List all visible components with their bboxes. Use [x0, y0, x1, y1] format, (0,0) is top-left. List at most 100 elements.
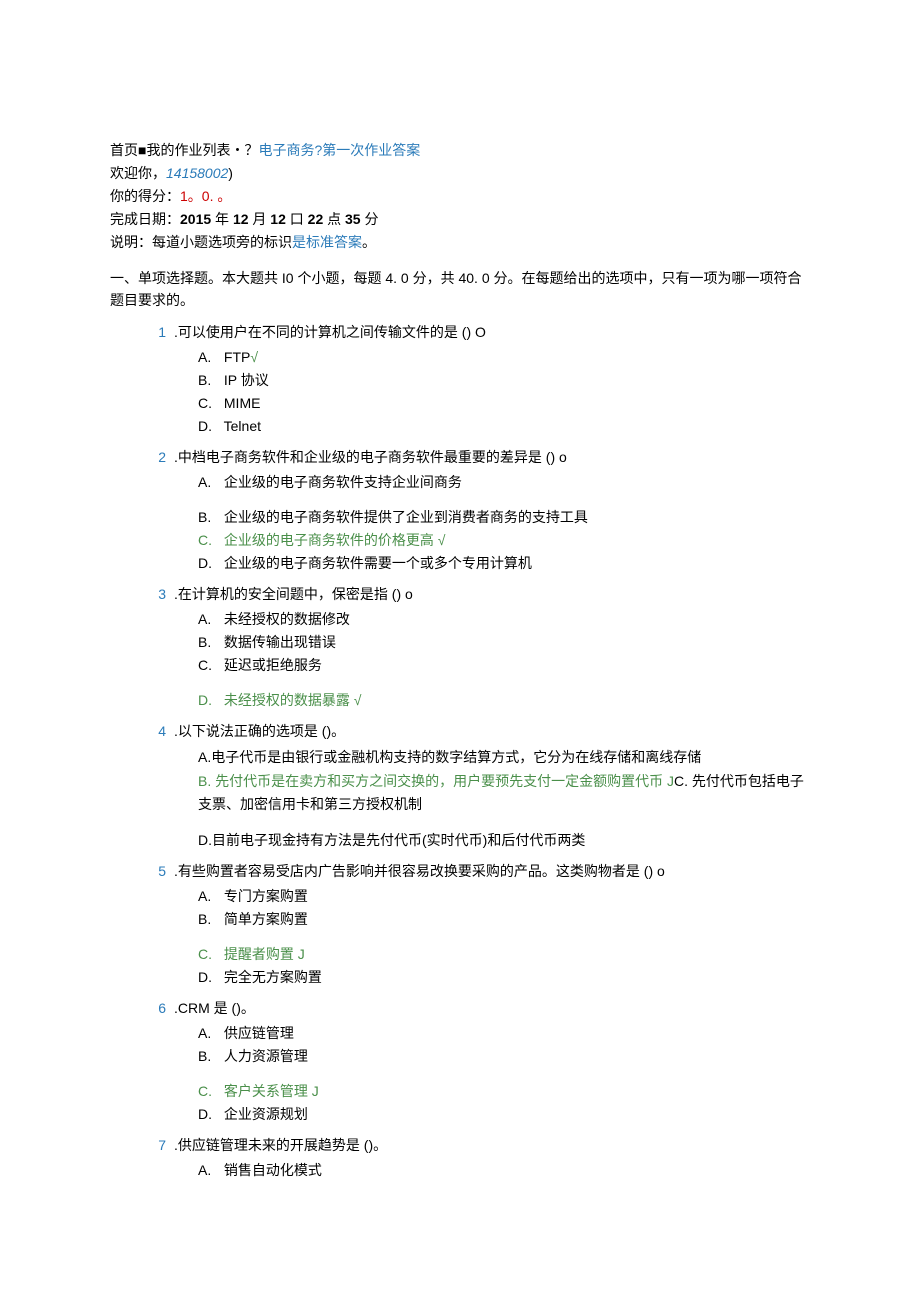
question-text: .以下说法正确的选项是 ()。	[174, 721, 810, 742]
date-day: 12	[270, 211, 286, 227]
options: A. 未经授权的数据修改B. 数据传输出现错误C. 延迟或拒绝服务D. 未经授权…	[198, 609, 810, 711]
welcome-prefix: 欢迎你，	[110, 165, 166, 181]
option-text: 企业级的电子商务软件需要一个或多个专用计算机	[220, 555, 532, 571]
option-letter: A.	[198, 347, 220, 368]
question: 3.在计算机的安全间题中，保密是指 () oA. 未经授权的数据修改B. 数据传…	[140, 584, 810, 711]
option-letter: B.	[198, 909, 220, 930]
option: B. IP 协议	[198, 370, 810, 391]
option-text: 企业级的电子商务软件的价格更高 √	[220, 532, 445, 548]
options: A.电子代币是由银行或金融机构支持的数字结算方式，它分为在线存储和离线存储B. …	[198, 746, 810, 852]
score-line: 你的得分：1。0. 。	[110, 186, 810, 207]
option: A.电子代币是由银行或金融机构支持的数字结算方式，它分为在线存储和离线存储	[198, 746, 810, 768]
breadcrumb-task: 第一次作业答案	[322, 142, 420, 158]
option-text: IP 协议	[220, 372, 269, 388]
question-text: .在计算机的安全间题中，保密是指 () o	[174, 584, 810, 605]
question-text: .中档电子商务软件和企业级的电子商务软件最重要的差异是 () o	[174, 447, 810, 468]
option: B. 人力资源管理	[198, 1046, 810, 1067]
question: 1.可以使用户在不同的计算机之间传输文件的是 () OA. FTP√B. IP …	[140, 322, 810, 437]
date-month: 12	[233, 211, 249, 227]
question: 6.CRM 是 ()。A. 供应链管理B. 人力资源管理C. 客户关系管理 JD…	[140, 998, 810, 1125]
question-number: 7	[140, 1135, 166, 1156]
option: A. 销售自动化模式	[198, 1160, 810, 1181]
option: B. 简单方案购置	[198, 909, 810, 930]
option: B. 先付代币是在卖方和买方之间交换的，用户要预先支付一定金额购置代币 JC. …	[198, 770, 810, 815]
option-letter: B.	[198, 507, 220, 528]
breadcrumb-course[interactable]: 电子商务	[258, 142, 314, 158]
options: A. FTP√B. IP 协议C. MIMED. Telnet	[198, 347, 810, 437]
option-letter: A.	[198, 609, 220, 630]
option-letter: D.	[198, 1104, 220, 1125]
option: C. 延迟或拒绝服务	[198, 655, 810, 676]
option-text: 企业级的电子商务软件支持企业间商务	[220, 474, 462, 490]
option-text: 完全无方案购置	[220, 969, 322, 985]
option-text: 销售自动化模式	[220, 1162, 322, 1178]
option: B. 企业级的电子商务软件提供了企业到消费者商务的支持工具	[198, 507, 810, 528]
date-line: 完成日期：2015 年 12 月 12 口 22 点 35 分	[110, 209, 810, 230]
breadcrumb-home[interactable]: 首页	[110, 142, 138, 158]
option-letter: D.	[198, 553, 220, 574]
option-text: FTP	[220, 349, 250, 365]
option-letter: A.	[198, 472, 220, 493]
options: A. 专门方案购置B. 简单方案购置C. 提醒者购置 JD. 完全无方案购置	[198, 886, 810, 988]
option-letter: A.	[198, 1023, 220, 1044]
option-letter: C.	[198, 944, 220, 965]
score-label: 你的得分：	[110, 188, 180, 204]
option: A. 专门方案购置	[198, 886, 810, 907]
section-intro: 一、单项选择题。本大题共 I0 个小题，每题 4. 0 分，共 40. 0 分。…	[110, 267, 810, 312]
option-letter: B.	[198, 1046, 220, 1067]
options: A. 销售自动化模式	[198, 1160, 810, 1181]
option-text: 未经授权的数据修改	[220, 611, 350, 627]
option-letter: C.	[198, 655, 220, 676]
option-letter: C.	[198, 393, 220, 414]
question: 5.有些购置者容易受店内广告影响并很容易改换要采购的产品。这类购物者是 () o…	[140, 861, 810, 988]
breadcrumb: 首页■我的作业列表・？电子商务?第一次作业答案	[110, 140, 810, 161]
option-letter: A.	[198, 1160, 220, 1181]
breadcrumb-hwlist[interactable]: 我的作业列表	[146, 142, 230, 158]
option: C. 企业级的电子商务软件的价格更高 √	[198, 530, 810, 551]
option-letter: C.	[198, 530, 220, 551]
option: C. 提醒者购置 J	[198, 944, 810, 965]
option: C. MIME	[198, 393, 810, 414]
question-list: 1.可以使用户在不同的计算机之间传输文件的是 () OA. FTP√B. IP …	[140, 322, 810, 1182]
option-letter: D.	[198, 690, 220, 711]
question-number: 4	[140, 721, 166, 742]
question: 4 .以下说法正确的选项是 ()。 A.电子代币是由银行或金融机构支持的数字结算方式…	[140, 721, 810, 852]
option-text: 企业级的电子商务软件提供了企业到消费者商务的支持工具	[220, 509, 588, 525]
option: C. 客户关系管理 J	[198, 1081, 810, 1102]
note-std: 是标准答案	[292, 234, 362, 250]
option-text: 供应链管理	[220, 1025, 294, 1041]
option-text: 专门方案购置	[220, 888, 308, 904]
welcome-id: 14158002	[166, 165, 228, 181]
option-letter: D.	[198, 416, 220, 437]
option: D. Telnet	[198, 416, 810, 437]
option-letter: C.	[198, 1081, 220, 1102]
option: A. 未经授权的数据修改	[198, 609, 810, 630]
question-number: 1	[140, 322, 166, 343]
option-text: Telnet	[220, 418, 261, 434]
option-text: 数据传输出现错误	[220, 634, 336, 650]
date-hour: 22	[308, 211, 324, 227]
option: D. 企业级的电子商务软件需要一个或多个专用计算机	[198, 553, 810, 574]
options: A. 供应链管理B. 人力资源管理C. 客户关系管理 JD. 企业资源规划	[198, 1023, 810, 1125]
option: A. 供应链管理	[198, 1023, 810, 1044]
option-text: 客户关系管理 J	[220, 1083, 319, 1099]
question-number: 5	[140, 861, 166, 882]
option-text: 未经授权的数据暴露 √	[220, 692, 361, 708]
note-suffix: 。	[362, 234, 376, 250]
option-text: 人力资源管理	[220, 1048, 308, 1064]
option-letter: B.	[198, 370, 220, 391]
date-year: 2015	[180, 211, 211, 227]
option-letter: A.	[198, 886, 220, 907]
option-text: 简单方案购置	[220, 911, 308, 927]
question-text: .供应链管理未来的开展趋势是 ()。	[174, 1135, 810, 1156]
option: D. 完全无方案购置	[198, 967, 810, 988]
question: 7 .供应链管理未来的开展趋势是 ()。 A. 销售自动化模式	[140, 1135, 810, 1181]
option: D.目前电子现金持有方法是先付代币(实时代币)和后付代币两类	[198, 829, 810, 851]
option-text: 企业资源规划	[220, 1106, 308, 1122]
welcome-line: 欢迎你，14158002)	[110, 163, 810, 184]
note-prefix: 说明：每道小题选项旁的标识	[110, 234, 292, 250]
option-text: 提醒者购置 J	[220, 946, 305, 962]
note-line: 说明：每道小题选项旁的标识是标准答案。	[110, 232, 810, 253]
option-text: 延迟或拒绝服务	[220, 657, 322, 673]
option: D. 企业资源规划	[198, 1104, 810, 1125]
